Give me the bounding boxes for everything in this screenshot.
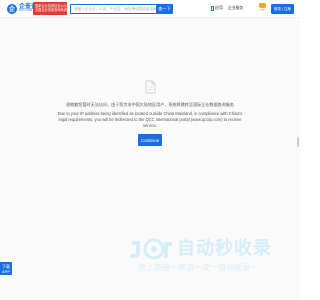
notice-message-en: Due to your IP address being identified … [57,111,243,128]
logo-icon: 企 [7,3,17,14]
continue-button[interactable]: Continue [138,134,162,146]
app-tab-line-2: APP [1,268,10,274]
badge-line-2: 全国企业信用查询系统 [35,7,67,12]
vip-link[interactable]: VIP [258,3,267,13]
document-icon [145,80,156,94]
credit-system-badge: 国家企业信用信息公示系统 全国企业信用查询系统 [33,2,73,15]
nav-business-link[interactable]: 企业服务 [228,6,243,11]
nav-app-link[interactable]: 应用 [211,5,223,11]
watermark: 自动秒收录 放上链接一来访一次一自动收录一 [128,238,288,274]
top-header: 企 企查查 QCC.COM 国家企业信用信息公示系统 全国企业信用查询系统 请输… [0,0,300,18]
nav-app-label: 应用 [215,5,223,10]
watermark-logo-icon [130,238,172,260]
page: 企 企查查 QCC.COM 国家企业信用信息公示系统 全国企业信用查询系统 请输… [0,0,300,300]
login-register-button[interactable]: 登录 | 注册 [271,4,294,14]
download-app-tab[interactable]: 下载 APP [0,262,12,275]
search-button[interactable]: 查一下 [156,4,173,14]
notice-message-cn: 很抱歉您暂时无法访问，由于您为非中国大陆地区用户，系统将跳转至国际企业数据查询服… [66,102,234,107]
search-input[interactable]: 请输入企业名、人名、产品名、地址等信息或电话邮箱查询 [70,4,156,14]
phone-icon [211,5,214,11]
watermark-subtitle: 放上链接一来访一次一自动收录一 [138,263,258,272]
scroll-handle[interactable] [297,137,299,147]
watermark-title: 自动秒收录 [177,238,272,258]
vip-label: VIP [260,8,265,12]
